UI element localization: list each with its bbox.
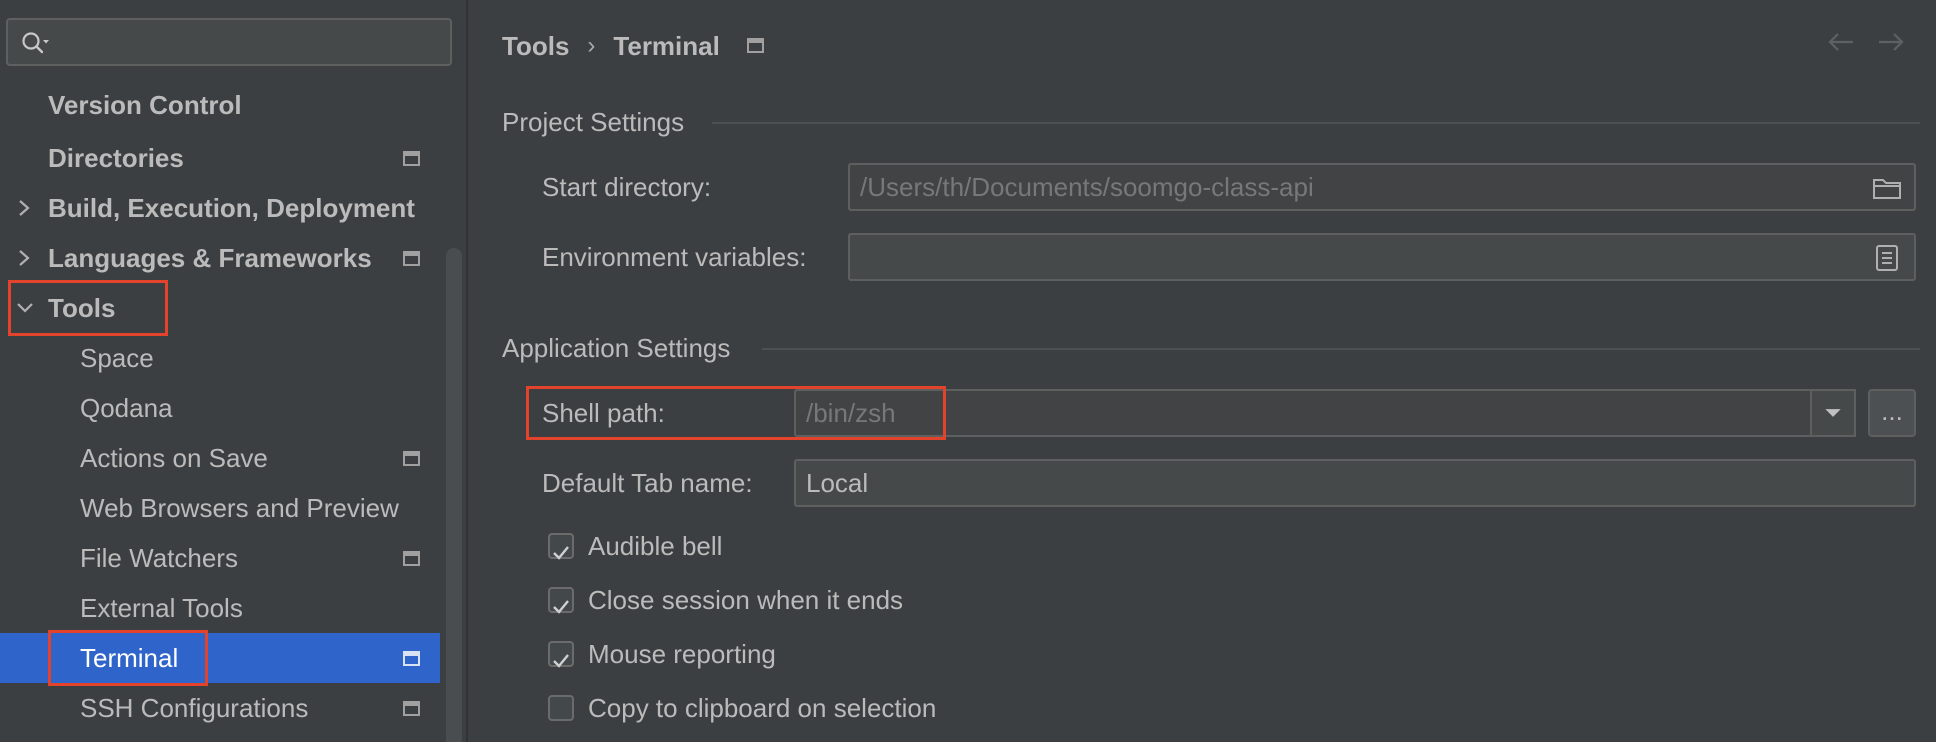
sidebar-item-file-watchers[interactable]: File Watchers — [0, 533, 440, 583]
shell-path-dropdown-button[interactable] — [1810, 389, 1856, 437]
project-settings-title: Project Settings — [502, 107, 685, 137]
section-divider — [712, 122, 1920, 124]
sidebar-item-label: Directories — [48, 143, 184, 173]
project-level-icon — [403, 551, 420, 566]
audible-bell-checkbox[interactable] — [548, 533, 574, 560]
shell-path-combobox[interactable]: /bin/zsh — [794, 389, 1826, 437]
sidebar-item-directories[interactable]: Directories — [0, 133, 440, 183]
edit-list-icon[interactable] — [1874, 244, 1900, 272]
default-tab-name-label: Default Tab name: — [542, 468, 753, 498]
environment-variables-field[interactable] — [848, 233, 1916, 281]
sidebar-item-label: Qodana — [80, 393, 173, 423]
sidebar-item-label: SSH Configurations — [80, 693, 309, 723]
sidebar-item-label: Actions on Save — [80, 443, 268, 473]
audible-bell-label: Audible bell — [588, 531, 723, 561]
project-level-icon — [403, 451, 420, 466]
copy-to-clipboard-label: Copy to clipboard on selection — [588, 693, 937, 723]
default-tab-name-value: Local — [806, 468, 869, 498]
sidebar-scrollbar[interactable] — [446, 248, 462, 742]
project-level-icon — [403, 701, 420, 716]
breadcrumb: Tools › Terminal — [502, 24, 765, 66]
sidebar-item-web-browsers-preview[interactable]: Web Browsers and Preview — [0, 483, 440, 533]
sidebar-item-build-execution-deployment[interactable]: Build, Execution, Deployment — [0, 183, 440, 233]
shell-path-highlight-box — [526, 386, 946, 440]
sidebar-item-space[interactable]: Space — [0, 333, 440, 383]
project-level-icon — [403, 251, 420, 266]
tools-highlight-box — [8, 280, 168, 336]
sidebar-item-label: Languages & Frameworks — [48, 243, 372, 273]
chevron-right-icon[interactable] — [14, 183, 36, 233]
start-directory-label: Start directory: — [542, 172, 712, 202]
sidebar-item-qodana[interactable]: Qodana — [0, 383, 440, 433]
search-icon — [22, 32, 49, 54]
sidebar-item-version-control[interactable]: Version Control — [0, 80, 440, 130]
close-session-checkbox[interactable] — [548, 587, 574, 614]
sidebar-item-label: File Watchers — [80, 543, 238, 573]
terminal-highlight-box — [48, 630, 208, 686]
sidebar-item-external-tools[interactable]: External Tools — [0, 583, 440, 633]
breadcrumb-current: Terminal — [613, 31, 720, 62]
sidebar-item-label: External Tools — [80, 593, 243, 623]
project-level-icon — [747, 38, 765, 53]
back-arrow-icon[interactable] — [1826, 28, 1856, 56]
sidebar-item-label: Space — [80, 343, 154, 373]
chevron-right-icon[interactable] — [14, 233, 36, 283]
settings-search-input[interactable] — [6, 18, 452, 66]
folder-icon[interactable] — [1872, 175, 1902, 201]
sidebar-item-languages-frameworks[interactable]: Languages & Frameworks — [0, 233, 440, 283]
checkmark-icon — [553, 600, 569, 614]
copy-to-clipboard-checkbox[interactable] — [548, 695, 574, 721]
breadcrumb-parent[interactable]: Tools — [502, 26, 569, 66]
settings-main-panel: Tools › Terminal Project Settings Start di… — [470, 0, 1936, 742]
application-settings-title: Application Settings — [502, 333, 731, 363]
shell-path-browse-button[interactable]: ... — [1868, 389, 1916, 437]
start-directory-field[interactable]: /Users/th/Documents/soomgo-class-api — [848, 163, 1916, 211]
triangle-down-icon — [1825, 409, 1841, 417]
project-level-icon — [403, 651, 420, 666]
checkmark-icon — [553, 654, 569, 668]
sidebar-item-label: Version Control — [48, 90, 242, 120]
mouse-reporting-checkbox[interactable] — [548, 641, 574, 668]
sidebar-item-ssh-configurations[interactable]: SSH Configurations — [0, 683, 440, 733]
start-directory-value: /Users/th/Documents/soomgo-class-api — [860, 172, 1314, 202]
checkmark-icon — [553, 546, 569, 560]
sidebar-item-label: Web Browsers and Preview — [80, 493, 399, 523]
section-divider — [762, 348, 1920, 350]
sidebar-item-actions-on-save[interactable]: Actions on Save — [0, 433, 440, 483]
project-level-icon — [403, 151, 420, 166]
close-session-label: Close session when it ends — [588, 585, 904, 615]
settings-sidebar: Version Control Directories Build, Execu… — [0, 0, 468, 742]
forward-arrow-icon[interactable] — [1876, 28, 1906, 56]
breadcrumb-separator: › — [587, 32, 596, 60]
environment-variables-label: Environment variables: — [542, 242, 807, 272]
mouse-reporting-label: Mouse reporting — [588, 639, 776, 669]
default-tab-name-field[interactable]: Local — [794, 459, 1916, 507]
sidebar-item-label: Build, Execution, Deployment — [48, 193, 415, 223]
